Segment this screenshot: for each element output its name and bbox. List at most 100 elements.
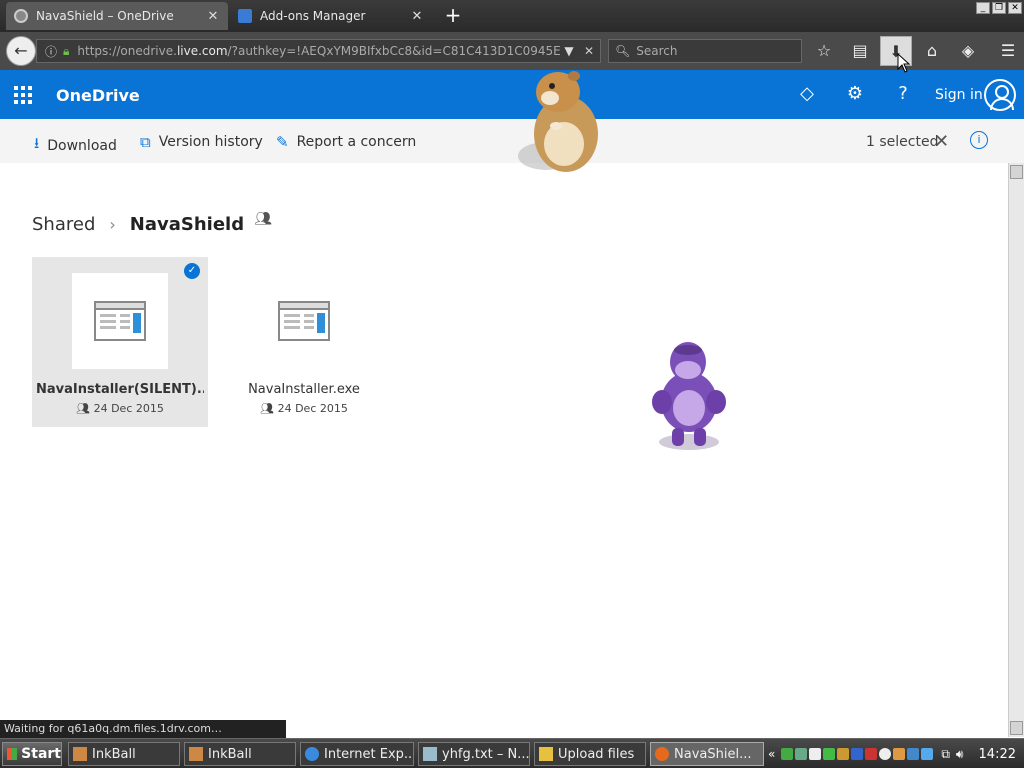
tab-navashield[interactable]: NavaShield – OneDrive ✕ — [6, 2, 228, 30]
navigation-toolbar: ← ⓘ 🔒︎ https://onedrive.live.com/?authke… — [0, 32, 1024, 70]
breadcrumb-separator: › — [109, 215, 116, 234]
app-launcher-icon[interactable] — [14, 86, 32, 104]
file-name: NavaInstaller(SILENT).... — [36, 382, 204, 397]
tray-app-icon[interactable] — [907, 748, 920, 760]
report-concern-label: Report a concern — [296, 134, 417, 150]
search-input[interactable]: 🔍︎ Search — [608, 39, 802, 63]
stop-icon[interactable]: ✕ — [578, 44, 600, 58]
file-tile-navainstaller-exe[interactable]: NavaInstaller.exe 👥︎ 24 Dec 2015 — [216, 257, 392, 427]
version-history-button[interactable]: ⧉ Version history — [140, 133, 263, 151]
taskbar-item-notepad[interactable]: yhfg.txt – N... — [418, 742, 530, 766]
back-button[interactable]: ← — [6, 36, 36, 66]
inkball-icon — [189, 747, 203, 761]
start-button[interactable]: Start — [2, 742, 62, 766]
system-tray: « ⧉ 🔊︎ 14:22 — [768, 742, 1022, 766]
home-icon[interactable]: ⌂ — [916, 36, 948, 66]
url-text[interactable]: https://onedrive.live.com/?authkey=!AEQx… — [77, 44, 560, 58]
close-tab-icon[interactable]: ✕ — [206, 9, 220, 24]
exe-file-icon — [278, 301, 330, 341]
folder-icon — [539, 747, 553, 761]
taskbar-item-upload-files[interactable]: Upload files — [534, 742, 646, 766]
clock[interactable]: 14:22 — [979, 747, 1016, 762]
scroll-down-button[interactable] — [1010, 721, 1023, 735]
menu-icon[interactable]: ☰ — [992, 36, 1024, 66]
file-tile-navainstaller-silent[interactable]: ✓ NavaInstaller(SILENT).... 👥︎ 24 Dec 20… — [32, 257, 208, 427]
tray-app-icon[interactable] — [837, 748, 850, 760]
vertical-scrollbar[interactable] — [1008, 163, 1024, 737]
browser-tab-strip: NavaShield – OneDrive ✕ Add-ons Manager … — [0, 0, 1024, 32]
search-icon: 🔍︎ — [615, 44, 631, 58]
tray-icons — [781, 748, 934, 760]
info-icon[interactable]: ⓘ — [45, 43, 57, 60]
file-thumbnail — [256, 273, 352, 369]
taskbar-item-navashield[interactable]: NavaShiel... — [650, 742, 764, 766]
puzzle-piece-icon — [238, 9, 252, 23]
tray-expand-icon[interactable]: « — [768, 747, 775, 761]
command-bar: ⭳ Download ⧉ Version history ✎ Report a … — [0, 119, 1024, 163]
premium-diamond-icon[interactable]: ◇ — [796, 83, 818, 105]
onedrive-favicon-icon — [14, 9, 28, 23]
tray-app-icon[interactable] — [795, 748, 808, 760]
tray-app-icon[interactable] — [851, 748, 864, 760]
tray-app-icon[interactable] — [893, 748, 906, 760]
reader-view-icon[interactable]: ▤ — [844, 36, 876, 66]
tray-app-icon[interactable] — [921, 748, 934, 760]
details-pane-info-icon[interactable]: i — [970, 131, 988, 149]
window-controls: _ ❐ ✕ — [976, 2, 1022, 14]
taskbar-item-internet-explorer[interactable]: Internet Exp... — [300, 742, 414, 766]
breadcrumb-shared[interactable]: Shared — [32, 214, 95, 235]
download-label: Download — [47, 137, 117, 154]
tray-app-icon[interactable] — [879, 748, 892, 760]
restore-button[interactable]: ❐ — [992, 2, 1006, 14]
onedrive-brand[interactable]: OneDrive — [56, 86, 140, 105]
selected-checkmark-icon[interactable]: ✓ — [184, 263, 200, 279]
network-icon[interactable]: ⧉ — [941, 747, 950, 762]
close-tab-icon[interactable]: ✕ — [410, 9, 424, 24]
taskbar-item-inkball-2[interactable]: InkBall — [184, 742, 296, 766]
tray-app-icon[interactable] — [809, 748, 822, 760]
taskbar-item-inkball[interactable]: InkBall — [68, 742, 180, 766]
shared-people-icon: 👥︎ — [260, 402, 275, 415]
address-bar[interactable]: ⓘ 🔒︎ https://onedrive.live.com/?authkey=… — [36, 39, 601, 63]
lock-icon: 🔒︎ — [63, 43, 70, 58]
bookmark-star-icon[interactable]: ☆ — [808, 36, 840, 66]
download-arrow-icon: ⭳ — [34, 134, 40, 152]
settings-gear-icon[interactable]: ⚙ — [844, 83, 866, 105]
help-icon[interactable]: ? — [892, 83, 914, 105]
tab-title: NavaShield – OneDrive — [36, 9, 174, 23]
pocket-icon[interactable]: ◈ — [952, 36, 984, 66]
internet-explorer-icon — [305, 747, 319, 761]
minimize-button[interactable]: _ — [976, 2, 990, 14]
firefox-icon — [655, 747, 669, 761]
onedrive-header: OneDrive ◇ ⚙ ? Sign in — [0, 70, 1024, 119]
close-window-button[interactable]: ✕ — [1008, 2, 1022, 14]
download-button[interactable]: ⭳ Download — [34, 133, 117, 158]
volume-icon[interactable]: 🔊︎ — [956, 747, 964, 762]
tray-app-icon[interactable] — [865, 748, 878, 760]
clear-selection-icon[interactable]: ✕ — [934, 131, 949, 152]
report-concern-button[interactable]: ✎ Report a concern — [276, 133, 416, 151]
hamster-character-icon[interactable] — [516, 66, 606, 176]
tray-app-icon[interactable] — [823, 748, 836, 760]
shared-people-icon: 👥︎ — [254, 210, 272, 227]
taskbar: Start InkBall InkBall Internet Exp... yh… — [0, 738, 1024, 768]
tab-addons-manager[interactable]: Add-ons Manager ✕ — [230, 2, 432, 30]
status-bar: Waiting for q61a0q.dm.files.1drv.com… — [0, 720, 286, 738]
version-history-label: Version history — [158, 134, 263, 150]
dropdown-arrow-icon[interactable]: ▼ — [560, 44, 578, 58]
report-edit-icon: ✎ — [276, 133, 289, 151]
breadcrumb-current-folder: NavaShield — [129, 214, 245, 235]
sign-in-link[interactable]: Sign in — [935, 87, 983, 103]
mouse-cursor-icon — [897, 53, 911, 73]
new-tab-button[interactable]: + — [440, 4, 466, 28]
file-thumbnail — [72, 273, 168, 369]
user-avatar-icon[interactable] — [984, 79, 1016, 111]
scroll-up-button[interactable] — [1010, 165, 1023, 179]
purple-gorilla-character-icon[interactable] — [646, 338, 732, 454]
exe-file-icon — [94, 301, 146, 341]
windows-logo-icon — [7, 748, 18, 760]
selection-count: 1 selected — [866, 134, 939, 150]
search-placeholder: Search — [636, 44, 678, 58]
tray-app-icon[interactable] — [781, 748, 794, 760]
file-date: 👥︎ 24 Dec 2015 — [76, 402, 164, 415]
